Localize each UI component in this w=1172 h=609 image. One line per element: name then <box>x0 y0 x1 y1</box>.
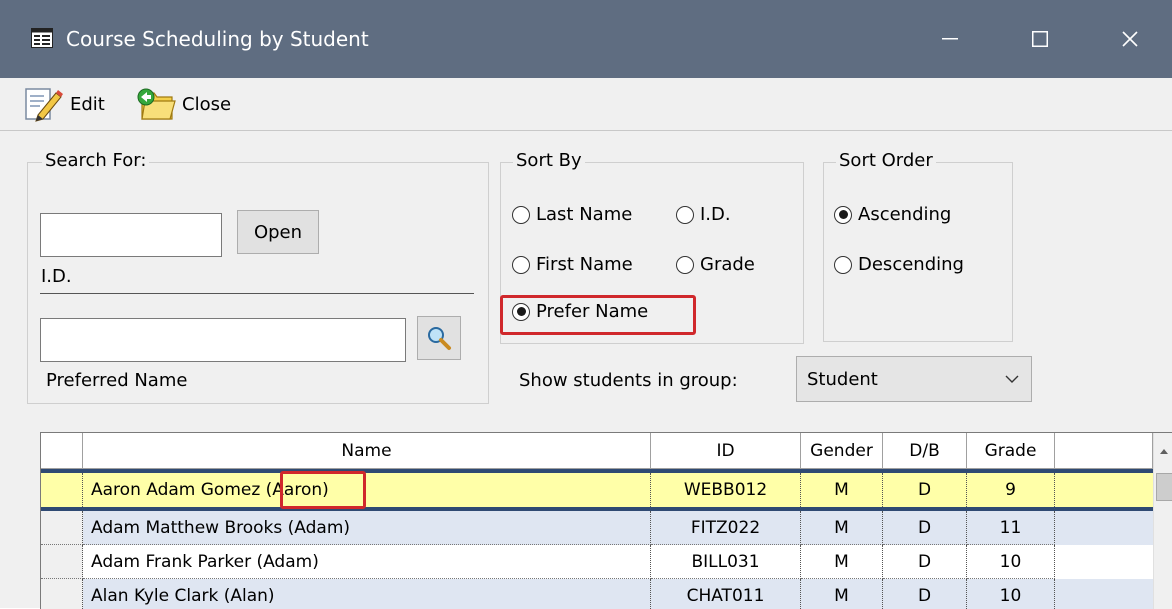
highlight-annotation <box>500 295 696 335</box>
cell-name: Aaron Adam Gomez (Aaron) <box>83 473 651 507</box>
window-title: Course Scheduling by Student <box>66 27 369 51</box>
close-window-button[interactable] <box>1100 18 1160 60</box>
column-header-blank <box>1055 433 1153 469</box>
cell-name: Alan Kyle Clark (Alan) <box>83 579 651 609</box>
cell-gender: M <box>801 545 883 579</box>
edit-label: Edit <box>70 93 105 115</box>
column-header-name[interactable]: Name <box>83 433 651 469</box>
sort-id-radio[interactable]: I.D. <box>676 204 731 225</box>
cell-grade: 9 <box>967 473 1055 507</box>
radio-circle <box>512 205 530 224</box>
cell-name: Adam Matthew Brooks (Adam) <box>83 511 651 545</box>
cell-gender: M <box>801 579 883 609</box>
column-header-grade[interactable]: Grade <box>967 433 1055 469</box>
cell-grade: 11 <box>967 511 1055 545</box>
cell-id: BILL031 <box>651 545 801 579</box>
magnifier-icon <box>428 327 451 350</box>
close-button[interactable]: Close <box>134 84 231 124</box>
sort-last-name-radio[interactable]: Last Name <box>512 204 632 225</box>
preferred-name-input[interactable] <box>40 318 406 362</box>
table-row[interactable]: Adam Matthew Brooks (Adam) FITZ022 M D 1… <box>41 511 1153 545</box>
cell-db: D <box>883 511 967 545</box>
radio-label: Grade <box>700 254 755 275</box>
table-row[interactable]: Adam Frank Parker (Adam) BILL031 M D 10 <box>41 545 1153 579</box>
preferred-name-label: Preferred Name <box>46 370 188 391</box>
cell-id: WEBB012 <box>651 473 801 507</box>
maximize-button[interactable] <box>1010 18 1070 60</box>
radio-label: First Name <box>536 254 633 275</box>
edit-button[interactable]: Edit <box>24 84 105 124</box>
student-grid: Name ID Gender D/B Grade Aaron Adam Gome… <box>40 432 1172 609</box>
cell-name: Adam Frank Parker (Adam) <box>83 545 651 579</box>
form-icon <box>31 28 53 48</box>
radio-circle <box>512 255 530 274</box>
sort-grade-radio[interactable]: Grade <box>676 254 755 275</box>
cell-id: CHAT011 <box>651 579 801 609</box>
cell-grade: 10 <box>967 579 1055 609</box>
cell-db: D <box>883 545 967 579</box>
open-button[interactable]: Open <box>237 210 319 254</box>
vertical-scrollbar[interactable] <box>1153 433 1172 609</box>
radio-label: Last Name <box>536 204 633 225</box>
radio-label: I.D. <box>700 204 731 225</box>
maximize-icon <box>1032 31 1048 47</box>
descending-radio[interactable]: Descending <box>834 254 964 275</box>
edit-pencil-icon <box>25 88 63 122</box>
minimize-icon <box>942 38 958 40</box>
sort-first-name-radio[interactable]: First Name <box>512 254 633 275</box>
course-scheduling-window: Course Scheduling by Student Edit Close … <box>0 0 1172 609</box>
close-icon <box>1122 31 1138 47</box>
cell-gender: M <box>801 511 883 545</box>
close-folder-icon <box>137 88 176 120</box>
id-search-input[interactable] <box>40 213 222 257</box>
row-selector[interactable] <box>41 579 83 609</box>
toolbar: Edit Close <box>0 78 1172 131</box>
row-selector[interactable] <box>41 545 83 579</box>
cell-grade: 10 <box>967 545 1055 579</box>
cell-db: D <box>883 579 967 609</box>
row-header-corner <box>41 433 83 469</box>
find-button[interactable] <box>417 316 461 360</box>
search-for-group: Search For: <box>27 150 489 404</box>
column-header-id[interactable]: ID <box>651 433 801 469</box>
chevron-down-icon <box>1005 375 1019 383</box>
search-for-legend: Search For: <box>42 150 150 171</box>
column-header-db[interactable]: D/B <box>883 433 967 469</box>
highlight-annotation <box>280 471 366 509</box>
close-label: Close <box>182 93 232 115</box>
id-label: I.D. <box>41 266 72 287</box>
scrollbar-thumb[interactable] <box>1156 473 1172 501</box>
radio-circle <box>676 255 694 274</box>
ascending-radio[interactable]: Ascending <box>834 204 951 225</box>
radio-circle <box>676 205 694 224</box>
cell-db: D <box>883 473 967 507</box>
sort-order-group: Sort Order <box>823 150 1013 342</box>
row-selector[interactable] <box>41 473 83 507</box>
cell-gender: M <box>801 473 883 507</box>
radio-label: Ascending <box>858 204 952 225</box>
cell-id: FITZ022 <box>651 511 801 545</box>
group-select[interactable]: Student <box>796 356 1032 402</box>
radio-circle-selected <box>834 205 852 224</box>
minimize-button[interactable] <box>920 18 980 60</box>
row-selector[interactable] <box>41 511 83 545</box>
radio-circle <box>834 255 852 274</box>
sort-order-legend: Sort Order <box>836 150 936 171</box>
title-bar[interactable]: Course Scheduling by Student <box>0 0 1172 78</box>
radio-label: Descending <box>858 254 964 275</box>
group-select-value: Student <box>807 368 878 390</box>
sort-by-legend: Sort By <box>513 150 585 171</box>
scroll-up-arrow-icon[interactable] <box>1154 441 1172 461</box>
column-header-gender[interactable]: Gender <box>801 433 883 469</box>
table-row-cells: Aaron Adam Gomez (Aaron) WEBB012 M D 9 <box>41 473 1153 507</box>
group-filter-label: Show students in group: <box>519 370 738 391</box>
table-row[interactable]: Alan Kyle Clark (Alan) CHAT011 M D 10 <box>41 579 1153 609</box>
divider <box>40 293 474 294</box>
